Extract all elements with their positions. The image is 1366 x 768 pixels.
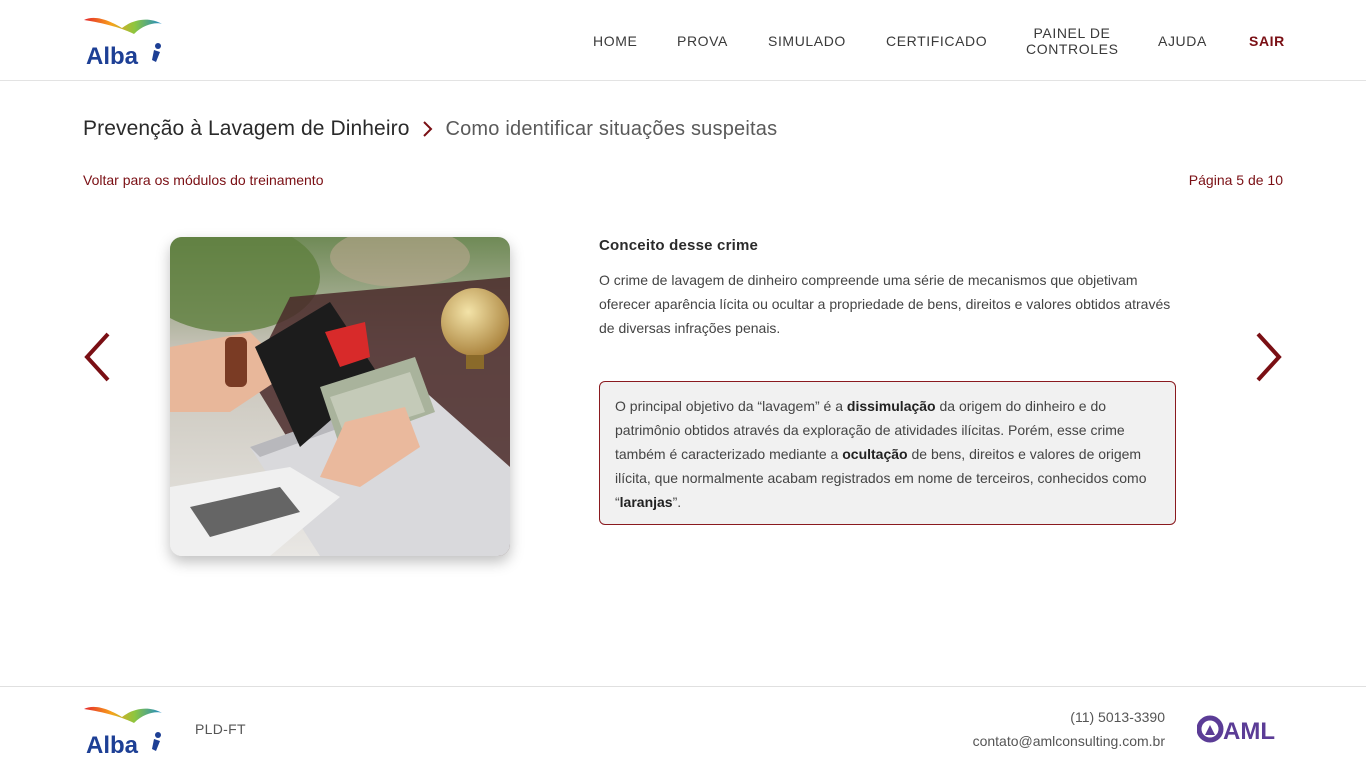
nav-painel-de-controles[interactable]: PAINEL DE CONTROLES (1026, 25, 1118, 57)
breadcrumb: Prevenção à Lavagem de Dinheiro Como ide… (83, 114, 777, 144)
section-text: O crime de lavagem de dinheiro compreend… (599, 272, 1171, 336)
highlight-bold-3: laranjas (619, 494, 673, 510)
section-title: Conceito desse crime (599, 237, 759, 254)
pagination-indicator: Página 5 de 10 (1188, 172, 1283, 188)
breadcrumb-course[interactable]: Prevenção à Lavagem de Dinheiro (83, 117, 409, 141)
footer: Alba PLD-FT (11) 5013-3390 contato@amlco… (0, 686, 1366, 768)
nav-painel-line2: CONTROLES (1026, 41, 1119, 57)
nav-home[interactable]: HOME (593, 33, 637, 49)
chevron-left-icon[interactable] (81, 330, 113, 384)
nav-painel-line1: PAINEL DE (1033, 25, 1111, 41)
footer-program-tag: PLD-FT (195, 721, 246, 737)
nav-sair[interactable]: SAIR (1249, 33, 1285, 49)
nav-simulado[interactable]: SIMULADO (768, 33, 846, 49)
nav-ajuda[interactable]: AJUDA (1158, 33, 1207, 49)
nav-prova[interactable]: PROVA (677, 33, 728, 49)
svg-text:AML: AML (1223, 718, 1275, 743)
back-to-modules-link[interactable]: Voltar para os módulos do treinamento (83, 172, 323, 188)
highlight-bold-1: dissimulação (846, 398, 936, 414)
highlight-box: O principal objetivo da “lavagem” é a di… (599, 381, 1176, 525)
footer-email[interactable]: contato@amlconsulting.com.br (973, 733, 1165, 749)
alba-footer-logo: Alba (84, 706, 162, 757)
main-nav: HOME PROVA SIMULADO CERTIFICADO PAINEL D… (0, 0, 1366, 80)
top-header: Alba HOME PROVA SIMULADO CERTIFICADO PAI… (0, 0, 1366, 81)
wallet-money-photo (170, 237, 510, 556)
chevron-right-icon (423, 121, 433, 137)
aml-partner-logo: AML (1197, 715, 1275, 743)
breadcrumb-module: Como identificar situações suspeitas (445, 117, 778, 140)
svg-text:Alba: Alba (86, 732, 139, 757)
footer-phone: (11) 5013-3390 (1070, 709, 1165, 725)
highlight-text-4: ”. (672, 494, 682, 510)
chevron-right-icon[interactable] (1253, 330, 1285, 384)
highlight-text-1: O principal objetivo da “lavagem” é a (615, 398, 847, 414)
nav-certificado[interactable]: CERTIFICADO (886, 33, 987, 49)
highlight-bold-2: ocultação (842, 446, 908, 462)
